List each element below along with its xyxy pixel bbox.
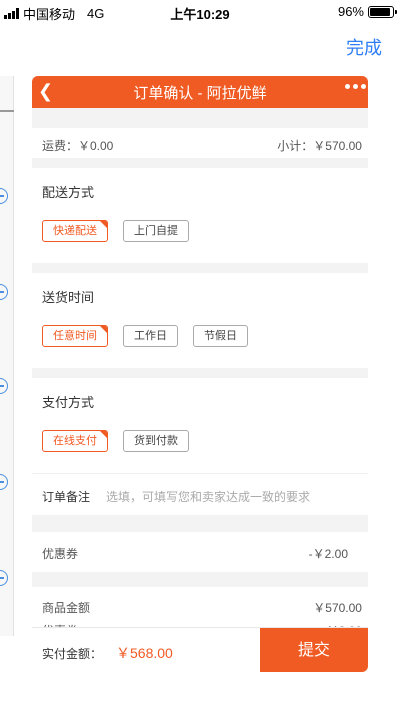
- pay-amount-label: 实付金额：: [42, 647, 103, 661]
- coupon-value: -￥2.00: [308, 547, 348, 561]
- summary-goods: 商品金额 ￥570.00: [42, 599, 362, 615]
- delivery-option-express[interactable]: 快递配送: [42, 220, 108, 242]
- order-remark-label: 订单备注: [42, 490, 91, 504]
- order-remark-row[interactable]: 订单备注 选填，可填写您和卖家达成一致的要求: [32, 473, 368, 515]
- page-title: 订单确认 - 阿拉优鲜: [133, 84, 267, 102]
- time-option-workday[interactable]: 工作日: [123, 325, 178, 347]
- back-arrow-icon[interactable]: ❮: [38, 81, 53, 102]
- pay-amount-value: ￥568.00: [116, 645, 173, 661]
- coupon-label: 优惠券: [42, 547, 79, 561]
- status-bar: 中国移动 4G 上午10:29 96%: [0, 0, 400, 24]
- payment-method-title: 支付方式: [42, 395, 95, 410]
- minus-circle-icon[interactable]: [0, 474, 8, 490]
- status-right: 96%: [337, 4, 397, 19]
- order-confirm-card: ❮ 订单确认 - 阿拉优鲜 运费：￥0.00 小计：￥570.00 配送方式 快…: [32, 76, 368, 672]
- done-button[interactable]: 完成: [346, 34, 382, 60]
- coupon-row[interactable]: 优惠券 -￥2.00: [32, 532, 368, 572]
- delivery-method-section: 配送方式 快递配送 上门自提: [32, 168, 368, 263]
- order-remark-input[interactable]: 选填，可填写您和卖家达成一致的要求: [106, 488, 310, 505]
- goods-amount-value: ￥570.00: [313, 601, 362, 615]
- fee-row: 运费：￥0.00 小计：￥570.00: [32, 128, 368, 158]
- navbar: ❮ 订单确认 - 阿拉优鲜: [32, 76, 368, 108]
- payment-method-section: 支付方式 在线支付 货到付款: [32, 378, 368, 473]
- minus-circle-icon[interactable]: [0, 570, 8, 586]
- minus-circle-icon[interactable]: [0, 284, 8, 300]
- minus-circle-icon[interactable]: [0, 378, 8, 394]
- payment-option-cod[interactable]: 货到付款: [123, 430, 189, 452]
- battery-percent: 96%: [337, 4, 364, 19]
- minus-circle-icon[interactable]: [0, 188, 8, 204]
- delivery-method-title: 配送方式: [42, 185, 95, 200]
- payment-option-online[interactable]: 在线支付: [42, 430, 108, 452]
- delivery-time-title: 送货时间: [42, 290, 95, 305]
- goods-amount-label: 商品金额: [42, 601, 91, 615]
- background-card: [0, 76, 14, 636]
- bottom-bar: 实付金额： ￥568.00 提交: [32, 627, 368, 672]
- time-option-any[interactable]: 任意时间: [42, 325, 108, 347]
- delivery-time-section: 送货时间 任意时间 工作日 节假日: [32, 273, 368, 368]
- background-card-divider: [0, 110, 14, 112]
- shipping-fee: 运费：￥0.00: [42, 139, 114, 153]
- time-option-holiday[interactable]: 节假日: [193, 325, 248, 347]
- more-icon[interactable]: [345, 84, 366, 89]
- delivery-option-pickup[interactable]: 上门自提: [123, 220, 189, 242]
- battery-icon: [368, 5, 397, 18]
- submit-button[interactable]: 提交: [260, 628, 368, 672]
- subtotal: 小计：￥570.00: [277, 139, 362, 153]
